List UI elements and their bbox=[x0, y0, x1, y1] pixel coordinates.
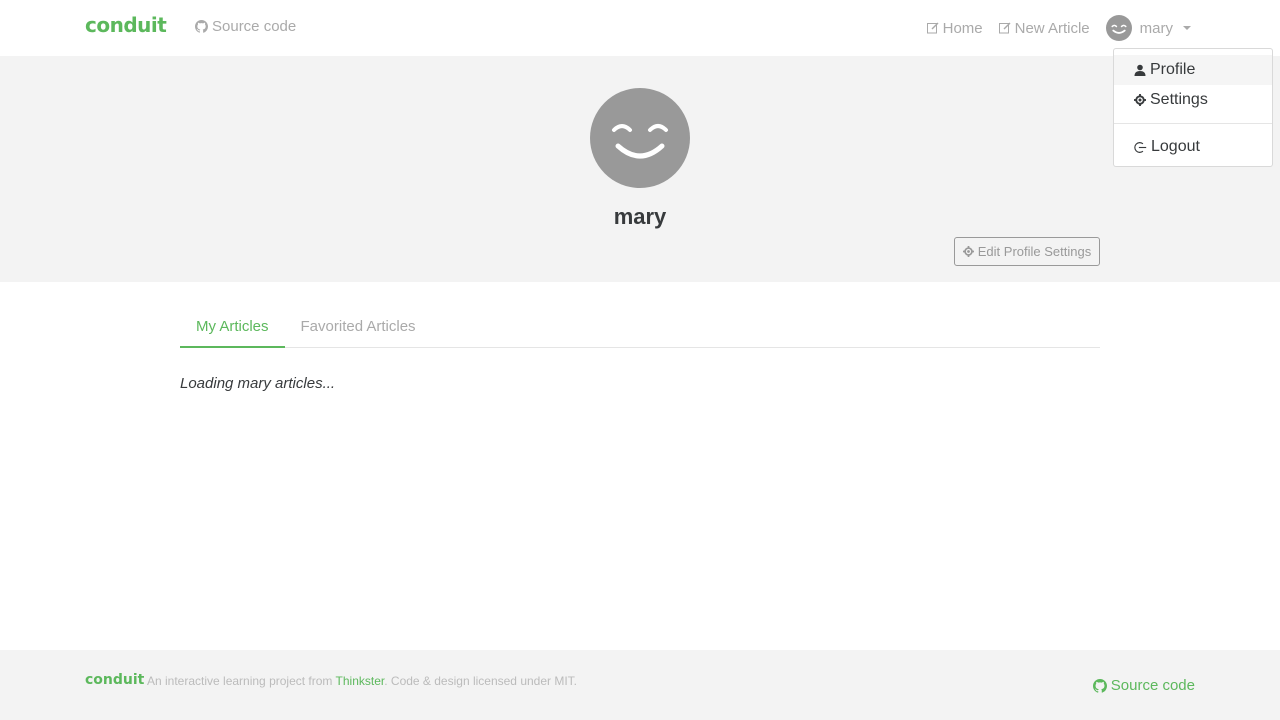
smiley-avatar-icon bbox=[1111, 24, 1127, 34]
nav-home-label: Home bbox=[942, 19, 983, 37]
profile-banner: mary Edit Profile Settings bbox=[0, 56, 1280, 282]
user-icon bbox=[1134, 64, 1146, 76]
dropdown-item-profile[interactable]: Profile bbox=[1114, 55, 1272, 85]
footer-thinkster-link[interactable]: Thinkster bbox=[336, 674, 385, 688]
nav-home-link[interactable]: Home bbox=[926, 19, 983, 37]
dropdown-item-settings[interactable]: Settings bbox=[1114, 85, 1272, 115]
top-navbar: conduit Source code Home New Article mar… bbox=[0, 0, 1280, 56]
caret-down-icon bbox=[1183, 26, 1191, 30]
avatar bbox=[1105, 15, 1132, 41]
github-icon bbox=[195, 20, 208, 33]
nav-source-code-label: Source code bbox=[212, 18, 297, 35]
edit-icon bbox=[926, 22, 939, 34]
dropdown-profile-label: Profile bbox=[1150, 61, 1196, 78]
article-tabs: My Articles Favorited Articles bbox=[180, 308, 1100, 348]
footer-attribution-suffix: . Code & design licensed under MIT. bbox=[384, 674, 578, 688]
edit-profile-settings-label: Edit Profile Settings bbox=[977, 244, 1092, 259]
nav-user-menu[interactable]: mary bbox=[1105, 15, 1191, 41]
footer-source-code-label: Source code bbox=[1110, 677, 1195, 694]
footer-attribution: An interactive learning project from Thi… bbox=[147, 674, 577, 688]
dropdown-logout-label: Logout bbox=[1151, 138, 1200, 155]
github-icon bbox=[1092, 678, 1107, 693]
footer: conduit An interactive learning project … bbox=[0, 650, 1280, 720]
profile-avatar bbox=[590, 88, 690, 188]
smiley-avatar-icon bbox=[612, 124, 668, 159]
nav-new-article-label: New Article bbox=[1014, 19, 1090, 37]
dropdown-item-logout[interactable]: Logout bbox=[1114, 132, 1272, 162]
nav-source-code-link[interactable]: Source code bbox=[195, 18, 296, 35]
tab-favorited-articles[interactable]: Favorited Articles bbox=[285, 308, 432, 348]
nav-username: mary bbox=[1139, 19, 1173, 37]
gear-icon bbox=[1134, 94, 1146, 106]
brand-logo[interactable]: conduit bbox=[85, 13, 167, 37]
footer-source-code-link[interactable]: Source code bbox=[1092, 677, 1195, 694]
dropdown-settings-label: Settings bbox=[1150, 91, 1208, 108]
dropdown-divider bbox=[1114, 123, 1272, 124]
nav-new-article-link[interactable]: New Article bbox=[998, 19, 1090, 37]
edit-icon bbox=[998, 22, 1011, 34]
loading-message: Loading mary articles... bbox=[180, 375, 336, 392]
logout-icon bbox=[1134, 141, 1147, 154]
profile-username: mary bbox=[613, 204, 667, 229]
edit-profile-settings-button[interactable]: Edit Profile Settings bbox=[954, 237, 1100, 266]
tab-my-articles[interactable]: My Articles bbox=[180, 308, 285, 348]
footer-attribution-prefix: An interactive learning project from bbox=[147, 674, 336, 688]
gear-icon bbox=[962, 246, 974, 257]
footer-brand-logo[interactable]: conduit bbox=[85, 672, 144, 688]
user-dropdown-menu: Profile Settings Logout bbox=[1113, 48, 1273, 167]
nav-right-group: Home New Article mary bbox=[911, 14, 1191, 42]
